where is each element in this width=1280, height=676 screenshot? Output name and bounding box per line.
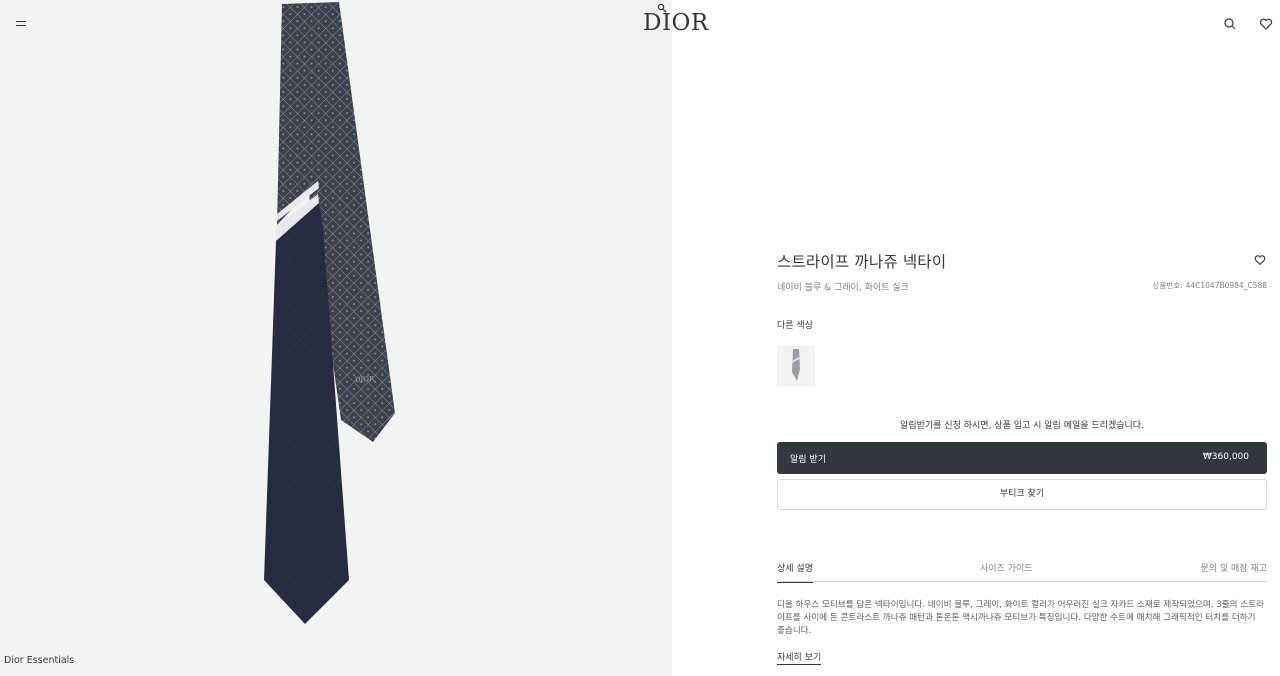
notify-me-label: 알림 받기 (790, 455, 826, 465)
price: ₩360,000 (1202, 452, 1249, 462)
restock-notice: 알림받기를 신청 하시면, 상품 입고 시 알림 메일을 드리겠습니다. (900, 421, 1144, 431)
product-page: DIOR Dior Essentials DIOR 스트라이프 까나쥬 넥타이 … (0, 0, 1280, 676)
tab-size-guide[interactable]: 사이즈 가이드 (980, 561, 1033, 574)
reference-value: 44C1047B0984_C588 (1185, 281, 1267, 290)
wishlist-heart-icon[interactable] (1253, 253, 1267, 267)
product-info: 스트라이프 까나쥬 넥타이 네이비 블루 & 그레이, 화이트 실크 상품번호:… (777, 250, 1267, 665)
search-icon[interactable] (1222, 16, 1238, 32)
product-image[interactable]: DIOR (255, 0, 405, 630)
product-tabs: 상세 설명 사이즈 가이드 문의 및 매장 재고 (777, 558, 1267, 583)
product-reference: 상품번호: 44C1047B0984_C588 (1149, 280, 1267, 291)
tab-inquiry-stock[interactable]: 문의 및 매장 재고 (1200, 561, 1267, 574)
heart-icon[interactable] (1258, 16, 1274, 32)
product-title: 스트라이프 까나쥬 넥타이 (777, 253, 947, 271)
product-description: 디올 하우스 모티브를 담은 넥타이입니다. 네이비 블루, 그레이, 화이트 … (777, 600, 1265, 636)
dior-logo[interactable]: DIOR (643, 10, 709, 36)
color-swatch[interactable] (777, 346, 815, 386)
other-colors-label: 다른 색상 (777, 321, 813, 331)
reference-label: 상품번호: (1152, 281, 1183, 290)
collection-label: Dior Essentials (4, 655, 75, 666)
notify-me-button[interactable]: 알림 받기 ₩360,000 (777, 442, 1267, 474)
svg-text:DIOR: DIOR (355, 375, 376, 384)
menu-icon[interactable] (14, 16, 30, 32)
product-gallery: DIOR Dior Essentials (0, 0, 672, 676)
read-more-link[interactable]: 자세히 보기 (777, 650, 822, 665)
tab-description[interactable]: 상세 설명 (777, 561, 813, 583)
find-boutique-button[interactable]: 부티크 찾기 (777, 479, 1267, 510)
